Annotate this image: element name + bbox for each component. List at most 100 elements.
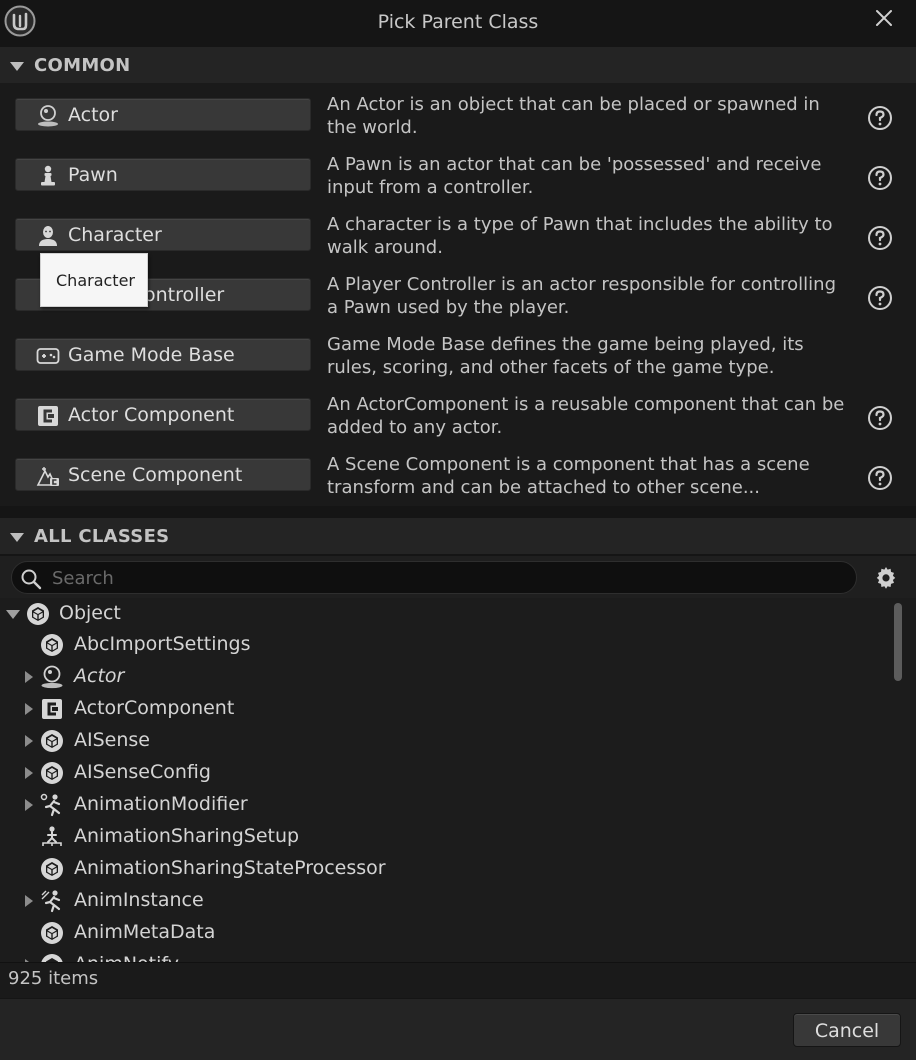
expand-arrow-icon[interactable] (25, 799, 33, 811)
tree-label: AISenseConfig (74, 761, 211, 783)
close-icon[interactable] (872, 6, 896, 30)
actor-class-button[interactable]: Actor (15, 98, 311, 131)
expand-arrow-icon[interactable] (25, 735, 33, 747)
object-icon (41, 922, 63, 944)
cancel-button-label: Cancel (814, 1020, 880, 1042)
component-icon (42, 699, 62, 719)
object-icon (41, 954, 63, 962)
tree-label: AnimationModifier (74, 793, 248, 815)
character-button-label: Character (68, 224, 162, 246)
title-bar: Pick Parent Class (0, 0, 916, 44)
collapse-triangle-icon[interactable] (10, 62, 24, 71)
tree-row-actor[interactable]: Actor (0, 661, 890, 693)
help-icon[interactable] (867, 225, 893, 251)
search-input[interactable] (52, 566, 832, 590)
tree-scrollbar-track[interactable] (907, 598, 916, 962)
tree-label: AISense (74, 729, 150, 751)
tree-label: ActorComponent (74, 697, 235, 719)
game-mode-base-button-label: Game Mode Base (68, 344, 235, 366)
animation-sharing-icon (42, 826, 62, 846)
pawn-icon (41, 165, 55, 186)
cancel-button[interactable]: Cancel (793, 1013, 901, 1047)
expand-arrow-icon[interactable] (25, 767, 33, 779)
tree-row-animationsharingstateprocessor[interactable]: AnimationSharingStateProcessor (0, 853, 890, 885)
game-mode-base-description: Game Mode Base defines the game being pl… (327, 334, 804, 378)
search-icon (21, 569, 42, 590)
expand-arrow-icon[interactable] (25, 895, 33, 907)
tree-row-object[interactable]: Object (0, 598, 890, 630)
anim-instance-icon (41, 890, 61, 913)
dialog-footer: Cancel (0, 999, 916, 1060)
scene-component-description: A Scene Component is a component that ha… (327, 454, 810, 498)
object-icon (41, 762, 63, 784)
scene-component-class-button[interactable]: Scene Component (15, 458, 311, 491)
object-icon (41, 858, 63, 880)
expand-arrow-icon[interactable] (25, 671, 33, 683)
tree-label: AnimationSharingStateProcessor (74, 857, 386, 879)
help-icon[interactable] (867, 465, 893, 491)
help-icon[interactable] (867, 405, 893, 431)
class-tree: Object AbcImportSettings Actor ActorComp… (0, 598, 907, 962)
common-header-label: COMMON (34, 55, 131, 76)
help-icon[interactable] (867, 105, 893, 131)
actor-component-class-button[interactable]: Actor Component (15, 398, 311, 431)
common-row-game-mode-base: Game Mode Base Game Mode Base defines th… (0, 323, 916, 383)
tree-label: AnimNotify (74, 953, 179, 962)
tree-label: AnimMetaData (74, 921, 216, 943)
tree-row-aisenseconfig[interactable]: AISenseConfig (0, 757, 890, 789)
tree-label: AnimationSharingSetup (74, 825, 300, 847)
tree-label: Actor (74, 665, 125, 687)
character-icon (39, 226, 57, 246)
tree-row-animmetadata[interactable]: AnimMetaData (0, 917, 890, 949)
tooltip-text: Character (56, 271, 135, 290)
collapse-triangle-icon[interactable] (10, 533, 24, 542)
common-row-actor-component: Actor Component An ActorComponent is a r… (0, 383, 916, 443)
all-classes-section-header[interactable]: ALL CLASSES (0, 518, 916, 554)
animation-modifier-icon (40, 793, 61, 817)
object-icon (41, 634, 63, 656)
actor-description: An Actor is an object that can be placed… (327, 94, 820, 138)
help-icon[interactable] (867, 165, 893, 191)
tree-row-animationsharingsetup[interactable]: AnimationSharingSetup (0, 821, 890, 853)
scene-component-icon (36, 467, 59, 486)
tree-row-animationmodifier[interactable]: AnimationModifier (0, 789, 890, 821)
component-icon (38, 406, 58, 426)
all-classes-header-label: ALL CLASSES (34, 526, 170, 547)
game-mode-base-class-button[interactable]: Game Mode Base (15, 338, 311, 371)
item-count: 925 items (8, 968, 99, 989)
tree-label: Object (59, 602, 121, 624)
tree-label: AbcImportSettings (74, 633, 251, 655)
scene-component-button-label: Scene Component (68, 464, 243, 486)
actor-icon (41, 665, 63, 689)
expand-arrow-icon[interactable] (6, 610, 20, 619)
search-bar (0, 556, 916, 598)
tree-row-abcimportsettings[interactable]: AbcImportSettings (0, 629, 890, 661)
pawn-description: A Pawn is an actor that can be 'possesse… (327, 154, 822, 198)
pawn-button-label: Pawn (68, 164, 118, 186)
common-row-actor: Actor An Actor is an object that can be … (0, 83, 916, 143)
character-description: A character is a type of Pawn that inclu… (327, 214, 833, 258)
actor-icon (38, 105, 58, 127)
tree-row-animnotify[interactable]: AnimNotify (0, 949, 890, 962)
gear-icon[interactable] (874, 565, 898, 589)
tree-label: AnimInstance (74, 889, 204, 911)
player-controller-button-label: ontroller (144, 284, 225, 306)
player-controller-description: A Player Controller is an actor responsi… (327, 274, 837, 318)
help-icon[interactable] (867, 285, 893, 311)
actor-component-button-label: Actor Component (68, 404, 235, 426)
common-section-header[interactable]: COMMON (0, 47, 916, 83)
tree-row-aisense[interactable]: AISense (0, 725, 890, 757)
common-row-pawn: Pawn A Pawn is an actor that can be 'pos… (0, 143, 916, 203)
tree-row-actorcomponent[interactable]: ActorComponent (0, 693, 890, 725)
common-row-scene-component: Scene Component A Scene Component is a c… (0, 443, 916, 503)
pawn-class-button[interactable]: Pawn (15, 158, 311, 191)
search-box[interactable] (11, 561, 857, 594)
tree-scrollbar-thumb[interactable] (894, 603, 902, 681)
expand-arrow-icon[interactable] (25, 703, 33, 715)
character-class-button[interactable]: Character (15, 218, 311, 251)
actor-button-label: Actor (68, 104, 118, 126)
tree-row-animinstance[interactable]: AnimInstance (0, 885, 890, 917)
object-icon (41, 730, 63, 752)
actor-component-description: An ActorComponent is a reusable componen… (327, 394, 845, 438)
status-bar: 925 items (0, 962, 916, 998)
